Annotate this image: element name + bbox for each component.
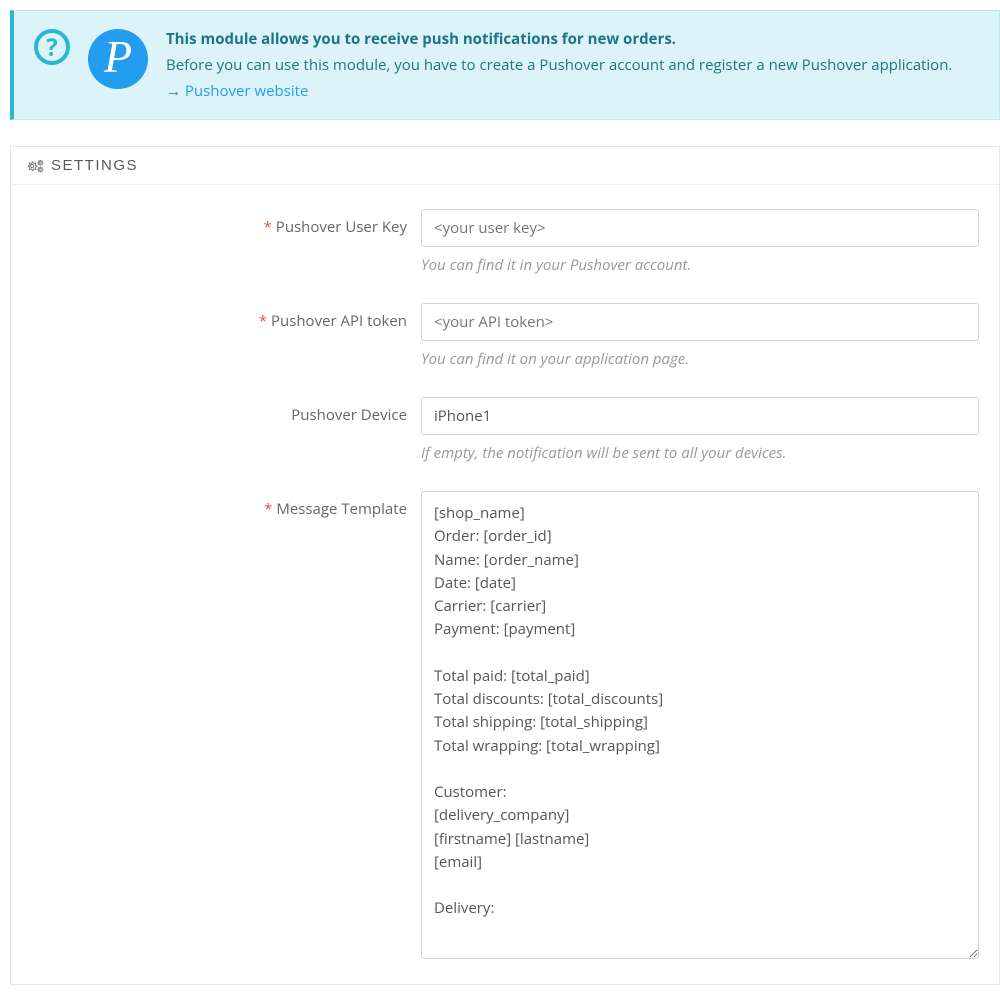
settings-panel: SETTINGS *Pushover User Key You can find… <box>10 146 1000 985</box>
device-help: If empty, the notification will be sent … <box>421 443 979 463</box>
panel-heading: SETTINGS <box>11 147 999 185</box>
alert-description: Before you can use this module, you have… <box>166 55 979 75</box>
alert-title: This module allows you to receive push n… <box>166 29 979 49</box>
label-api-token: *Pushover API token <box>31 303 421 331</box>
alert-arrow: → <box>166 81 185 101</box>
message-template-textarea[interactable] <box>421 491 979 959</box>
label-device: Pushover Device <box>31 397 421 425</box>
label-user-key: *Pushover User Key <box>31 209 421 237</box>
panel-heading-text: SETTINGS <box>51 157 138 174</box>
device-input[interactable] <box>421 397 979 435</box>
info-alert: ? P This module allows you to receive pu… <box>10 10 1000 120</box>
pushover-website-link[interactable]: Pushover website <box>185 81 308 101</box>
alert-link-row: → Pushover website <box>166 81 979 101</box>
row-device: Pushover Device If empty, the notificati… <box>31 397 979 463</box>
pushover-logo: P <box>88 29 148 89</box>
alert-text: This module allows you to receive push n… <box>166 29 979 101</box>
api-token-input[interactable] <box>421 303 979 341</box>
api-token-help: You can find it on your application page… <box>421 349 979 369</box>
row-api-token: *Pushover API token You can find it on y… <box>31 303 979 369</box>
row-message-template: *Message Template <box>31 491 979 964</box>
user-key-help: You can find it in your Pushover account… <box>421 255 979 275</box>
label-template: *Message Template <box>31 491 421 519</box>
row-user-key: *Pushover User Key You can find it in yo… <box>31 209 979 275</box>
cogs-icon <box>27 159 45 173</box>
user-key-input[interactable] <box>421 209 979 247</box>
panel-body: *Pushover User Key You can find it in yo… <box>11 185 999 984</box>
help-icon: ? <box>34 29 70 65</box>
